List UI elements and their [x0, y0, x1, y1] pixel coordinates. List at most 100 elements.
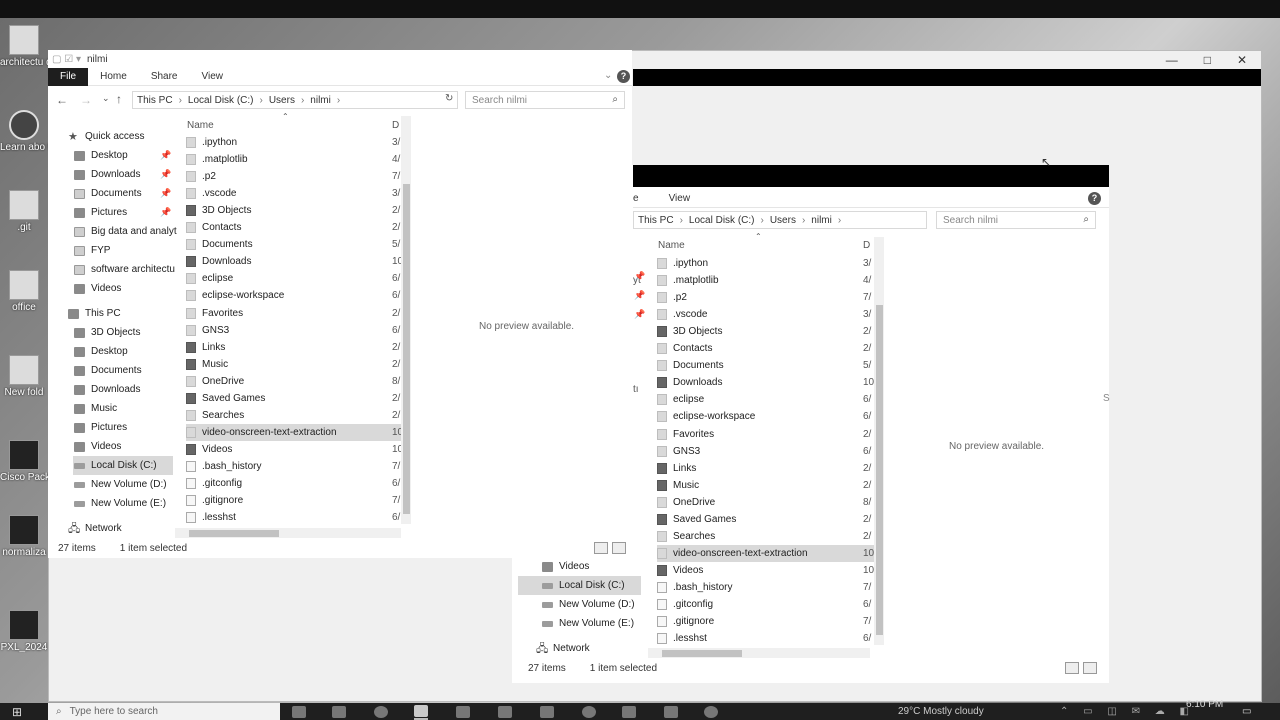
file-row[interactable]: .vscode: [657, 306, 877, 323]
crumb-local-disk[interactable]: Local Disk (C:): [188, 95, 254, 106]
file-row[interactable]: Favorites: [186, 305, 406, 322]
nav-item[interactable]: Videos: [74, 279, 171, 298]
file-row[interactable]: video-onscreen-text-extraction: [657, 544, 877, 562]
vscode-icon[interactable]: [622, 703, 636, 720]
clock-time[interactable]: 6:10 PM: [1186, 696, 1223, 713]
column-header-date[interactable]: D: [392, 120, 399, 131]
file-row[interactable]: Downloads: [186, 253, 406, 270]
desktop-icon[interactable]: office: [0, 270, 48, 313]
clock-app-icon[interactable]: [704, 703, 718, 720]
nav-item[interactable]: Desktop: [74, 146, 171, 165]
crumb-users[interactable]: Users: [269, 95, 295, 106]
app-icon[interactable]: [332, 703, 346, 720]
large-icons-view-button[interactable]: [612, 542, 626, 554]
desktop-icon[interactable]: New fold: [0, 355, 48, 398]
chrome-icon[interactable]: [582, 703, 596, 720]
file-row[interactable]: 3D Objects: [657, 323, 877, 340]
recent-locations-icon[interactable]: ⌄: [102, 93, 110, 104]
up-arrow-icon[interactable]: ↑: [116, 92, 122, 106]
file-row[interactable]: 3D Objects: [186, 202, 406, 219]
crumb-this-pc[interactable]: This PC: [638, 215, 674, 226]
large-icons-view-button[interactable]: [1083, 662, 1097, 674]
crumb-this-pc[interactable]: This PC: [137, 95, 173, 106]
calculator-icon[interactable]: [540, 703, 554, 720]
file-row[interactable]: Favorites: [657, 426, 877, 443]
forward-arrow-icon[interactable]: →: [80, 93, 92, 107]
windows-start-icon[interactable]: ⊞: [12, 703, 22, 720]
nav-item[interactable]: Videos: [518, 557, 641, 576]
nav-item[interactable]: This PC: [68, 304, 165, 323]
file-row[interactable]: eclipse: [657, 391, 877, 408]
file-row[interactable]: eclipse: [186, 270, 406, 287]
nav-item[interactable]: New Volume (D:): [74, 475, 171, 494]
crumb-nilmi[interactable]: nilmi: [310, 95, 331, 106]
file-row[interactable]: .ipython: [657, 255, 877, 272]
nav-item[interactable]: Downloads: [74, 380, 171, 399]
system-tray-icons[interactable]: ⌃ ▭ ◫ ✉ ☁ ◧: [1060, 703, 1195, 720]
nav-item[interactable]: ★ Quick access: [68, 127, 165, 146]
file-explorer-icon[interactable]: [414, 703, 428, 720]
minimize-button[interactable]: —: [1166, 53, 1178, 67]
file-row[interactable]: Documents: [186, 236, 406, 253]
nav-item[interactable]: New Volume (D:): [518, 595, 641, 614]
horizontal-scrollbar[interactable]: [175, 528, 401, 538]
help-icon[interactable]: ?: [1088, 192, 1101, 205]
nav-item[interactable]: Downloads: [74, 165, 171, 184]
ribbon-tab-partial[interactable]: e: [633, 190, 657, 208]
file-row[interactable]: .lesshst: [186, 509, 406, 526]
vertical-scrollbar[interactable]: [401, 116, 411, 524]
file-row[interactable]: Music: [186, 356, 406, 373]
details-view-button[interactable]: [594, 542, 608, 554]
nav-item[interactable]: Music: [74, 399, 171, 418]
file-row[interactable]: Contacts: [186, 219, 406, 236]
file-row[interactable]: .p2: [657, 289, 877, 306]
desktop-icon[interactable]: Cisco Pack Tracer: [0, 440, 48, 483]
details-view-button[interactable]: [1065, 662, 1079, 674]
help-icon[interactable]: ?: [617, 70, 630, 83]
search-input[interactable]: Search nilmi ⌕: [465, 91, 625, 109]
crumb-local-disk[interactable]: Local Disk (C:): [689, 215, 755, 226]
column-header-date[interactable]: D: [863, 240, 870, 251]
app-icon[interactable]: [498, 703, 512, 720]
file-row[interactable]: Saved Games: [657, 511, 877, 528]
desktop-icon[interactable]: architectu diagram: [0, 25, 48, 68]
nav-item[interactable]: Desktop: [74, 342, 171, 361]
file-row[interactable]: .matplotlib: [657, 272, 877, 289]
nav-item[interactable]: Local Disk (C:): [73, 456, 173, 475]
notifications-icon[interactable]: ▭: [1242, 703, 1251, 720]
file-row[interactable]: Videos: [186, 441, 406, 458]
crumb-nilmi[interactable]: nilmi: [811, 215, 832, 226]
file-row[interactable]: eclipse-workspace: [186, 287, 406, 304]
file-row[interactable]: .matplotlib: [186, 151, 406, 168]
nav-item[interactable]: Documents: [74, 184, 171, 203]
task-view-icon[interactable]: [292, 703, 306, 720]
file-row[interactable]: .gitignore: [186, 492, 406, 509]
nav-item[interactable]: FYP: [74, 241, 171, 260]
file-row[interactable]: .bash_history: [186, 458, 406, 475]
weather-widget[interactable]: 29°C Mostly cloudy: [898, 703, 984, 720]
file-row[interactable]: .ipython: [186, 134, 406, 151]
scroll-thumb[interactable]: [403, 184, 410, 514]
nav-item[interactable]: Big data and analyt: [74, 222, 177, 241]
file-row[interactable]: GNS3: [186, 322, 406, 339]
nav-item[interactable]: Local Disk (C:): [518, 576, 641, 595]
scroll-thumb[interactable]: [189, 530, 279, 537]
scroll-thumb[interactable]: [876, 305, 883, 635]
ribbon-tab-view[interactable]: View: [190, 68, 236, 86]
file-row[interactable]: .lesshst: [657, 630, 877, 647]
search-input[interactable]: Search nilmi ⌕: [936, 211, 1096, 229]
file-row[interactable]: OneDrive: [186, 373, 406, 390]
file-row[interactable]: Links: [657, 460, 877, 477]
address-bar[interactable]: This PC › Local Disk (C:) › Users › nilmi ›: [633, 211, 927, 229]
desktop-icon[interactable]: Learn abo this pictu: [0, 110, 48, 153]
store-icon[interactable]: [456, 703, 470, 720]
nav-item[interactable]: Pictures: [74, 203, 171, 222]
file-row[interactable]: .bash_history: [657, 579, 877, 596]
file-row[interactable]: .vscode: [186, 185, 406, 202]
nav-item[interactable]: 🖧 Network: [536, 639, 636, 658]
nav-item[interactable]: Pictures: [74, 418, 171, 437]
quick-access-toolbar-icon[interactable]: ▢ ☑ ▾: [52, 54, 81, 65]
file-row[interactable]: Searches: [186, 407, 406, 424]
ribbon-tab-home[interactable]: Home: [88, 68, 139, 86]
ribbon-tab-file[interactable]: File: [48, 67, 89, 86]
